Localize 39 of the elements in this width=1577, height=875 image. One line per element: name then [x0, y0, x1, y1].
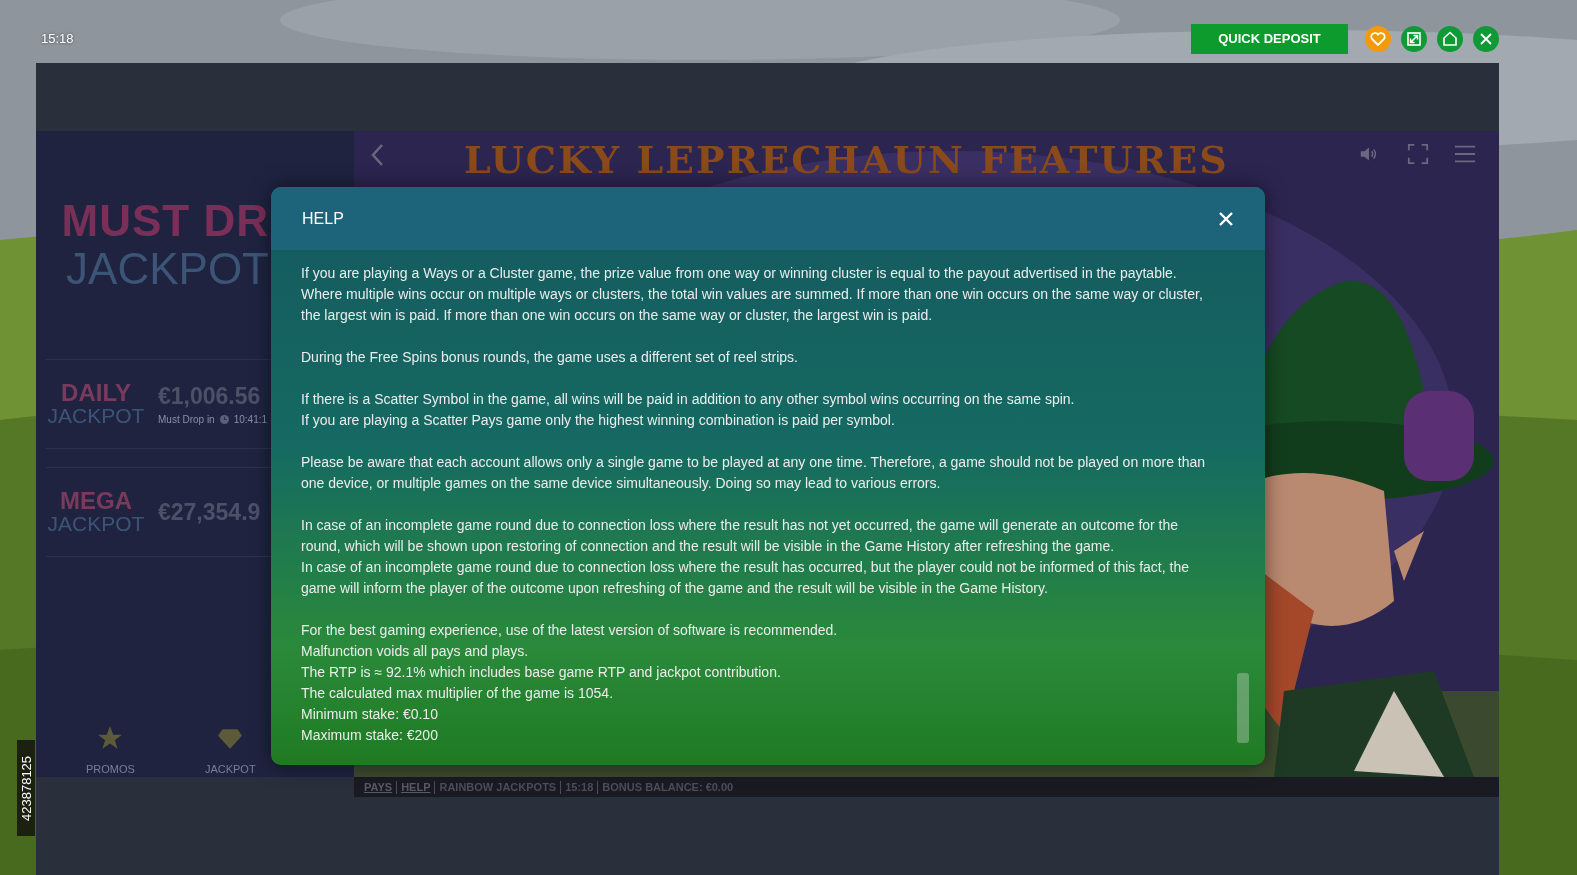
status-text: BONUS BALANCE: €0.00	[602, 781, 734, 793]
help-paragraph: In case of an incomplete game round due to connection loss where the result has not yet occurred, the game will generate an outcome for the round, which will be shown upon restoring of connection and the result will be visible in the Game History after refreshing the game.	[301, 516, 1180, 556]
star-icon	[97, 725, 124, 751]
help-paragraph: Malfunction voids all pays and plays.	[301, 642, 530, 661]
home-icon[interactable]	[1437, 25, 1463, 52]
nav-tab[interactable]: JACKPOT	[204, 725, 256, 775]
status-text: 15:18	[565, 781, 594, 793]
jackpot-name: DAILY	[61, 381, 131, 405]
help-paragraph: During the Free Spins bonus rounds, the game uses a different set of reel strips.	[301, 348, 799, 367]
jackpot-timer: 10:41:1	[233, 414, 268, 425]
help-paragraph: Please be aware that each account allows only a single game to be played at any one time. Therefore, a game should not be played on more than one device, or multiple games on the same device simultaneously. Doing so may lead to various errors.	[301, 453, 1207, 493]
menu-icon[interactable]	[1454, 143, 1476, 165]
session-id: 423878125	[17, 740, 35, 836]
jackpot-name: MEGA	[60, 489, 132, 513]
game-title: LUCKY LEPRECHAUN FEATURES	[464, 137, 1229, 182]
close-button[interactable]	[1218, 210, 1234, 227]
logo-text: MUST DR	[61, 197, 269, 245]
nav-tab[interactable]: PROMOS	[86, 725, 135, 775]
scrollbar-thumb[interactable]	[1237, 673, 1249, 743]
help-paragraph: If you are playing a Scatter Pays game only the highest winning combination is paid per symbol.	[301, 411, 896, 430]
help-paragraph: The calculated max multiplier of the game is 1054.	[301, 684, 615, 703]
quick-deposit-button[interactable]: QUICK DEPOSIT	[1191, 23, 1348, 54]
status-link[interactable]: HELP	[401, 781, 431, 793]
help-paragraph: Minimum stake: €0.10	[301, 705, 439, 724]
help-paragraph: Maximum stake: €200	[301, 726, 439, 745]
help-paragraph: In case of an incomplete game round due to connection loss where the result has occurred, but the player could not be informed of this fact, the game will inform the player of the outcome upon refreshing of the game and the result will be visible in the Game History.	[301, 558, 1190, 598]
clock-time: 15:18	[41, 31, 74, 46]
status-link[interactable]: PAYS	[364, 781, 393, 793]
expand-icon[interactable]	[1401, 25, 1427, 52]
help-paragraph: The RTP is ≈ 92.1% which includes base game RTP and jackpot contribution.	[301, 663, 782, 682]
help-paragraph: For the best gaming experience, use of the latest version of software is recommended.	[301, 621, 839, 640]
clock-icon	[219, 415, 229, 424]
dialog-title: HELP	[302, 209, 344, 228]
fullscreen-icon[interactable]	[1407, 143, 1429, 165]
close-icon[interactable]	[1473, 25, 1499, 52]
jackpot-note: Must Drop in	[158, 414, 215, 425]
status-text: RAINBOW JACKPOTS	[439, 781, 557, 793]
help-paragraph: If there is a Scatter Symbol in the game, all wins will be paid in addition to any other symbol wins occurring on the same spin.	[301, 390, 1076, 409]
help-paragraph: If you are playing a Ways or a Cluster game, the prize value from one way or winning cluster is equal to the payout advertised in the paytable. Where multiple wins occur on multiple ways or clusters, the total win values are summed. If more than one win occurs on the same way or cluster, the largest win is paid. If more than one win occurs on the same way or cluster, the largest win is paid.	[301, 264, 1204, 325]
